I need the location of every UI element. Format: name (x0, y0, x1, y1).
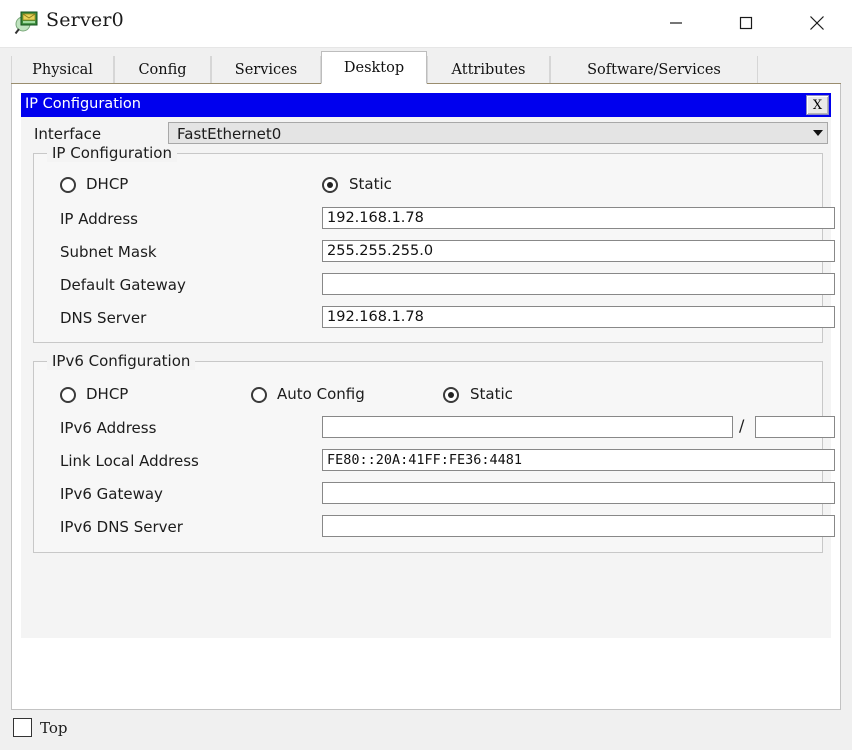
default-gateway-label: Default Gateway (60, 276, 186, 294)
dns-server-label: DNS Server (60, 309, 147, 327)
ipv4-dhcp-radio[interactable] (60, 177, 76, 193)
tab-physical[interactable]: Physical (11, 56, 114, 83)
link-local-address-label: Link Local Address (60, 452, 199, 470)
ip-configuration-titlebar: IP Configuration X (21, 93, 831, 117)
close-icon (810, 16, 824, 30)
ipv6-prefix-input[interactable] (755, 416, 835, 438)
top-checkbox[interactable] (13, 718, 32, 737)
interface-label: Interface (34, 125, 102, 143)
ipv6-dhcp-label: DHCP (86, 385, 129, 403)
ip-configuration-close-button[interactable]: X (806, 95, 829, 115)
tab-software-services[interactable]: Software/Services (550, 56, 758, 83)
ipv4-group-title: IP Configuration (47, 144, 177, 162)
interface-selected-value: FastEthernet0 (177, 125, 282, 143)
dns-server-input[interactable]: 192.168.1.78 (322, 306, 835, 328)
tab-attributes[interactable]: Attributes (427, 56, 550, 83)
chevron-down-icon (813, 130, 823, 136)
application-window: Server0 Physical Config Services Desktop… (0, 0, 852, 750)
subnet-mask-label: Subnet Mask (60, 243, 157, 261)
link-local-address-input[interactable]: FE80::20A:41FF:FE36:4481 (322, 449, 835, 471)
ipv4-static-label: Static (349, 175, 392, 193)
ip-address-label: IP Address (60, 210, 138, 228)
window-titlebar: Server0 (0, 0, 852, 48)
ip-configuration-title: IP Configuration (25, 96, 141, 112)
default-gateway-input[interactable] (322, 273, 835, 295)
ipv6-static-label: Static (470, 385, 513, 403)
device-tabs: Physical Config Services Desktop Attribu… (11, 51, 841, 84)
top-checkbox-label: Top (40, 719, 68, 737)
ipv4-dhcp-label: DHCP (86, 175, 129, 193)
minimize-button[interactable] (653, 0, 699, 46)
ipv6-static-radio[interactable] (443, 387, 459, 403)
ipv6-dns-server-label: IPv6 DNS Server (60, 518, 183, 536)
tab-services[interactable]: Services (211, 56, 321, 83)
ip-address-input[interactable]: 192.168.1.78 (322, 207, 835, 229)
minimize-icon (670, 22, 682, 24)
maximize-icon (739, 16, 753, 30)
ipv6-prefix-separator: / (739, 416, 745, 435)
ipv4-static-radio[interactable] (322, 177, 338, 193)
ipv6-address-label: IPv6 Address (60, 419, 157, 437)
ipv6-address-input[interactable] (322, 416, 733, 438)
subnet-mask-input[interactable]: 255.255.255.0 (322, 240, 835, 262)
interface-dropdown[interactable]: FastEthernet0 (168, 122, 828, 144)
desktop-panel: IP Configuration X Interface FastEtherne… (11, 84, 841, 710)
ipv6-auto-config-radio[interactable] (251, 387, 267, 403)
ipv6-group-title: IPv6 Configuration (47, 352, 196, 370)
window-title: Server0 (46, 9, 124, 31)
ipv6-auto-config-label: Auto Config (277, 385, 365, 403)
tab-config[interactable]: Config (114, 56, 211, 83)
ip-configuration-window: IP Configuration X Interface FastEtherne… (21, 93, 835, 638)
ipv6-gateway-input[interactable] (322, 482, 835, 504)
ipv6-dhcp-radio[interactable] (60, 387, 76, 403)
bottom-bar: Top (0, 711, 852, 750)
ipv6-dns-server-input[interactable] (322, 515, 835, 537)
ipv4-configuration-group: IP Configuration DHCP Static IP Address … (33, 144, 835, 343)
maximize-button[interactable] (723, 0, 769, 46)
tab-desktop[interactable]: Desktop (321, 51, 427, 84)
server-inspect-icon (14, 10, 40, 36)
ipv6-gateway-label: IPv6 Gateway (60, 485, 163, 503)
close-button[interactable] (794, 0, 840, 46)
ipv6-configuration-group: IPv6 Configuration DHCP Auto Config Stat… (33, 352, 835, 553)
